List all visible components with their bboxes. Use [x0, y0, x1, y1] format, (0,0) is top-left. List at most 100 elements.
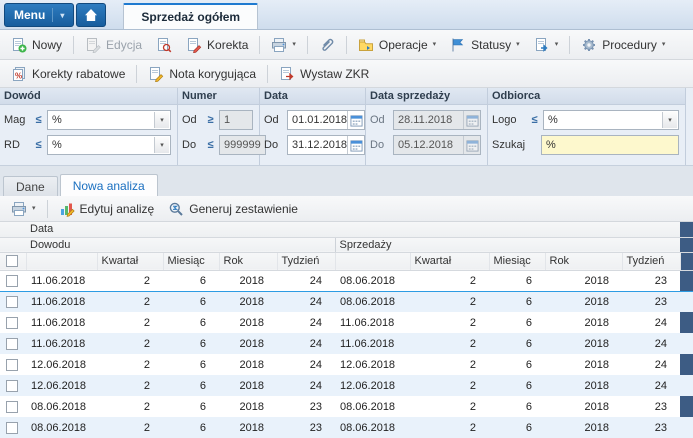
edit-analysis-icon — [59, 201, 75, 217]
edit-analysis-button[interactable]: Edytuj analizę — [52, 197, 162, 221]
date-from-input[interactable]: 01.01.2018 — [287, 110, 366, 130]
group-header-data[interactable]: Data — [26, 222, 680, 238]
issue-zkr-button[interactable]: Wystaw ZKR — [272, 62, 376, 86]
home-button[interactable] — [76, 3, 107, 27]
grid-cell: 2 — [410, 417, 489, 438]
column-header-miesiac-2[interactable]: Miesiąc — [489, 252, 546, 271]
dropdown-caret-icon: ▾ — [554, 41, 559, 48]
grid-cell: 2018 — [219, 291, 277, 312]
calendar-icon[interactable] — [463, 111, 480, 129]
date-to-input[interactable]: 31.12.2018 — [287, 135, 366, 155]
statuses-button[interactable]: Statusy ▾ — [443, 33, 527, 57]
sale-date-from-value: 28.11.2018 — [398, 114, 453, 126]
chevron-down-icon[interactable]: ▾ — [154, 137, 169, 153]
new-button[interactable]: Nowy — [4, 33, 69, 57]
dropdown-caret-icon: ▾ — [432, 41, 437, 48]
grid-cell: 12.06.2018 — [340, 358, 396, 371]
grid-row[interactable]: 12.06.2018 2 6 2018 24 12.06.2018 2 6 2018 24 — [0, 375, 693, 396]
grid-cell: 2018 — [219, 269, 277, 292]
toolbar-separator — [259, 35, 261, 54]
grid-cell: 08.06.2018 — [31, 400, 87, 413]
correcting-note-button[interactable]: Nota korygująca — [141, 62, 263, 86]
column-header-kwartal[interactable]: Kwartał — [97, 252, 164, 271]
chevron-down-icon[interactable]: ▾ — [662, 112, 677, 128]
print-button[interactable]: ▾ — [264, 33, 303, 57]
column-header-sprzedazy-date[interactable] — [334, 252, 411, 271]
sale-date-from-input[interactable]: 28.11.2018 — [393, 110, 481, 130]
generate-report-button[interactable]: Generuj zestawienie — [161, 197, 305, 221]
operations-button[interactable]: Operacje ▾ — [351, 33, 443, 57]
row-checkbox[interactable] — [6, 400, 18, 413]
column-header-kwartal-2[interactable]: Kwartał — [410, 252, 490, 271]
document-tab[interactable]: Sprzedaż ogółem — [123, 3, 259, 29]
grid-row[interactable]: 11.06.2018 2 6 2018 24 08.06.2018 2 6 2018 23 — [0, 269, 693, 292]
correction-button[interactable]: Korekta — [179, 33, 255, 57]
subgroup-header-dowodu[interactable]: Dowodu — [26, 237, 335, 253]
grid-row[interactable]: 08.06.2018 2 6 2018 23 08.06.2018 2 6 2018 23 — [0, 417, 693, 438]
grid-row[interactable]: 08.06.2018 2 6 2018 23 08.06.2018 2 6 2018 23 — [0, 396, 693, 417]
chevron-down-icon[interactable]: ▾ — [154, 112, 169, 128]
logo-select[interactable]: % ▾ — [543, 110, 679, 130]
sale-date-from-label: Od — [370, 114, 385, 126]
subgroup-header-sprzedazy[interactable]: Sprzedaży — [334, 237, 680, 253]
calendar-icon[interactable] — [347, 136, 364, 154]
row-checkbox[interactable] — [6, 421, 18, 434]
print-analysis-button[interactable]: ▾ — [4, 197, 43, 221]
grid-row[interactable]: 11.06.2018 2 6 2018 24 11.06.2018 2 6 2018 24 — [0, 333, 693, 354]
grid-cell: 2018 — [545, 269, 622, 292]
cut-off-filter-section — [686, 88, 693, 165]
preview-document-button[interactable] — [149, 33, 179, 57]
select-all-checkbox[interactable] — [6, 255, 18, 268]
calendar-icon[interactable] — [463, 136, 480, 154]
discount-corrections-button[interactable]: % Korekty rabatowe — [4, 62, 132, 86]
number-from-input[interactable]: 1 — [219, 110, 253, 130]
operations-folder-icon — [358, 37, 374, 53]
calendar-icon[interactable] — [347, 111, 364, 129]
column-header-tydzien[interactable]: Tydzień — [277, 252, 336, 271]
recipient-search-input[interactable]: % — [541, 135, 679, 155]
svg-text:%: % — [15, 71, 22, 80]
sale-date-to-input[interactable]: 05.12.2018 — [393, 135, 481, 155]
grid-row[interactable]: 11.06.2018 2 6 2018 24 11.06.2018 2 6 2018 24 — [0, 312, 693, 333]
grid-cell: 2 — [469, 316, 476, 329]
corrections-toolbar: % Korekty rabatowe Nota korygująca Wysta… — [0, 60, 693, 88]
grid-row[interactable]: 11.06.2018 2 6 2018 24 08.06.2018 2 6 2018 23 — [0, 291, 693, 312]
toolbar-separator — [73, 35, 75, 54]
number-to-input[interactable]: 999999 — [219, 135, 266, 155]
export-document-button[interactable]: ▾ — [527, 33, 566, 57]
mag-operator[interactable]: ≤ — [33, 114, 44, 126]
row-checkbox[interactable] — [6, 316, 18, 329]
column-header-dowodu-date[interactable] — [26, 252, 98, 271]
number-from-operator[interactable]: ≥ — [205, 114, 216, 126]
cut-off-column-cell — [680, 354, 693, 375]
date-to-label: Do — [264, 139, 279, 151]
column-header-tydzien-2[interactable]: Tydzień — [622, 252, 681, 271]
tab-nowa-analiza[interactable]: Nowa analiza — [59, 174, 158, 196]
column-header-miesiac[interactable]: Miesiąc — [163, 252, 220, 271]
grid-cell: 2018 — [239, 358, 264, 371]
row-checkbox[interactable] — [6, 295, 18, 308]
procedures-button[interactable]: Procedury ▾ — [574, 33, 672, 57]
edit-button[interactable]: Edycja — [78, 33, 149, 57]
attachments-button[interactable] — [312, 33, 342, 57]
rd-operator[interactable]: ≤ — [33, 139, 44, 151]
column-header-rok[interactable]: Rok — [219, 252, 278, 271]
logo-operator[interactable]: ≤ — [529, 114, 540, 126]
column-header-rok-2[interactable]: Rok — [545, 252, 623, 271]
row-checkbox[interactable] — [6, 358, 18, 371]
cut-off-column-cell — [680, 269, 693, 292]
grid-cell: 12.06.2018 — [31, 358, 87, 371]
row-checkbox[interactable] — [6, 274, 18, 287]
menu-button-label: Menu — [14, 8, 46, 22]
row-checkbox[interactable] — [6, 337, 18, 350]
main-toolbar: Nowy Edycja Korekta ▾ Operacje ▾ Statusy… — [0, 30, 693, 60]
menu-button[interactable]: Menu ▾ — [4, 3, 75, 27]
logo-label: Logo — [492, 114, 517, 126]
rd-select[interactable]: % ▾ — [47, 135, 171, 155]
row-checkbox[interactable] — [6, 379, 18, 392]
tab-dane[interactable]: Dane — [3, 176, 58, 196]
number-to-operator[interactable]: ≤ — [205, 139, 216, 151]
grid-row[interactable]: 12.06.2018 2 6 2018 24 12.06.2018 2 6 2018 24 — [0, 354, 693, 375]
filter-section-number-header: Numer — [178, 88, 259, 105]
mag-select[interactable]: % ▾ — [47, 110, 171, 130]
